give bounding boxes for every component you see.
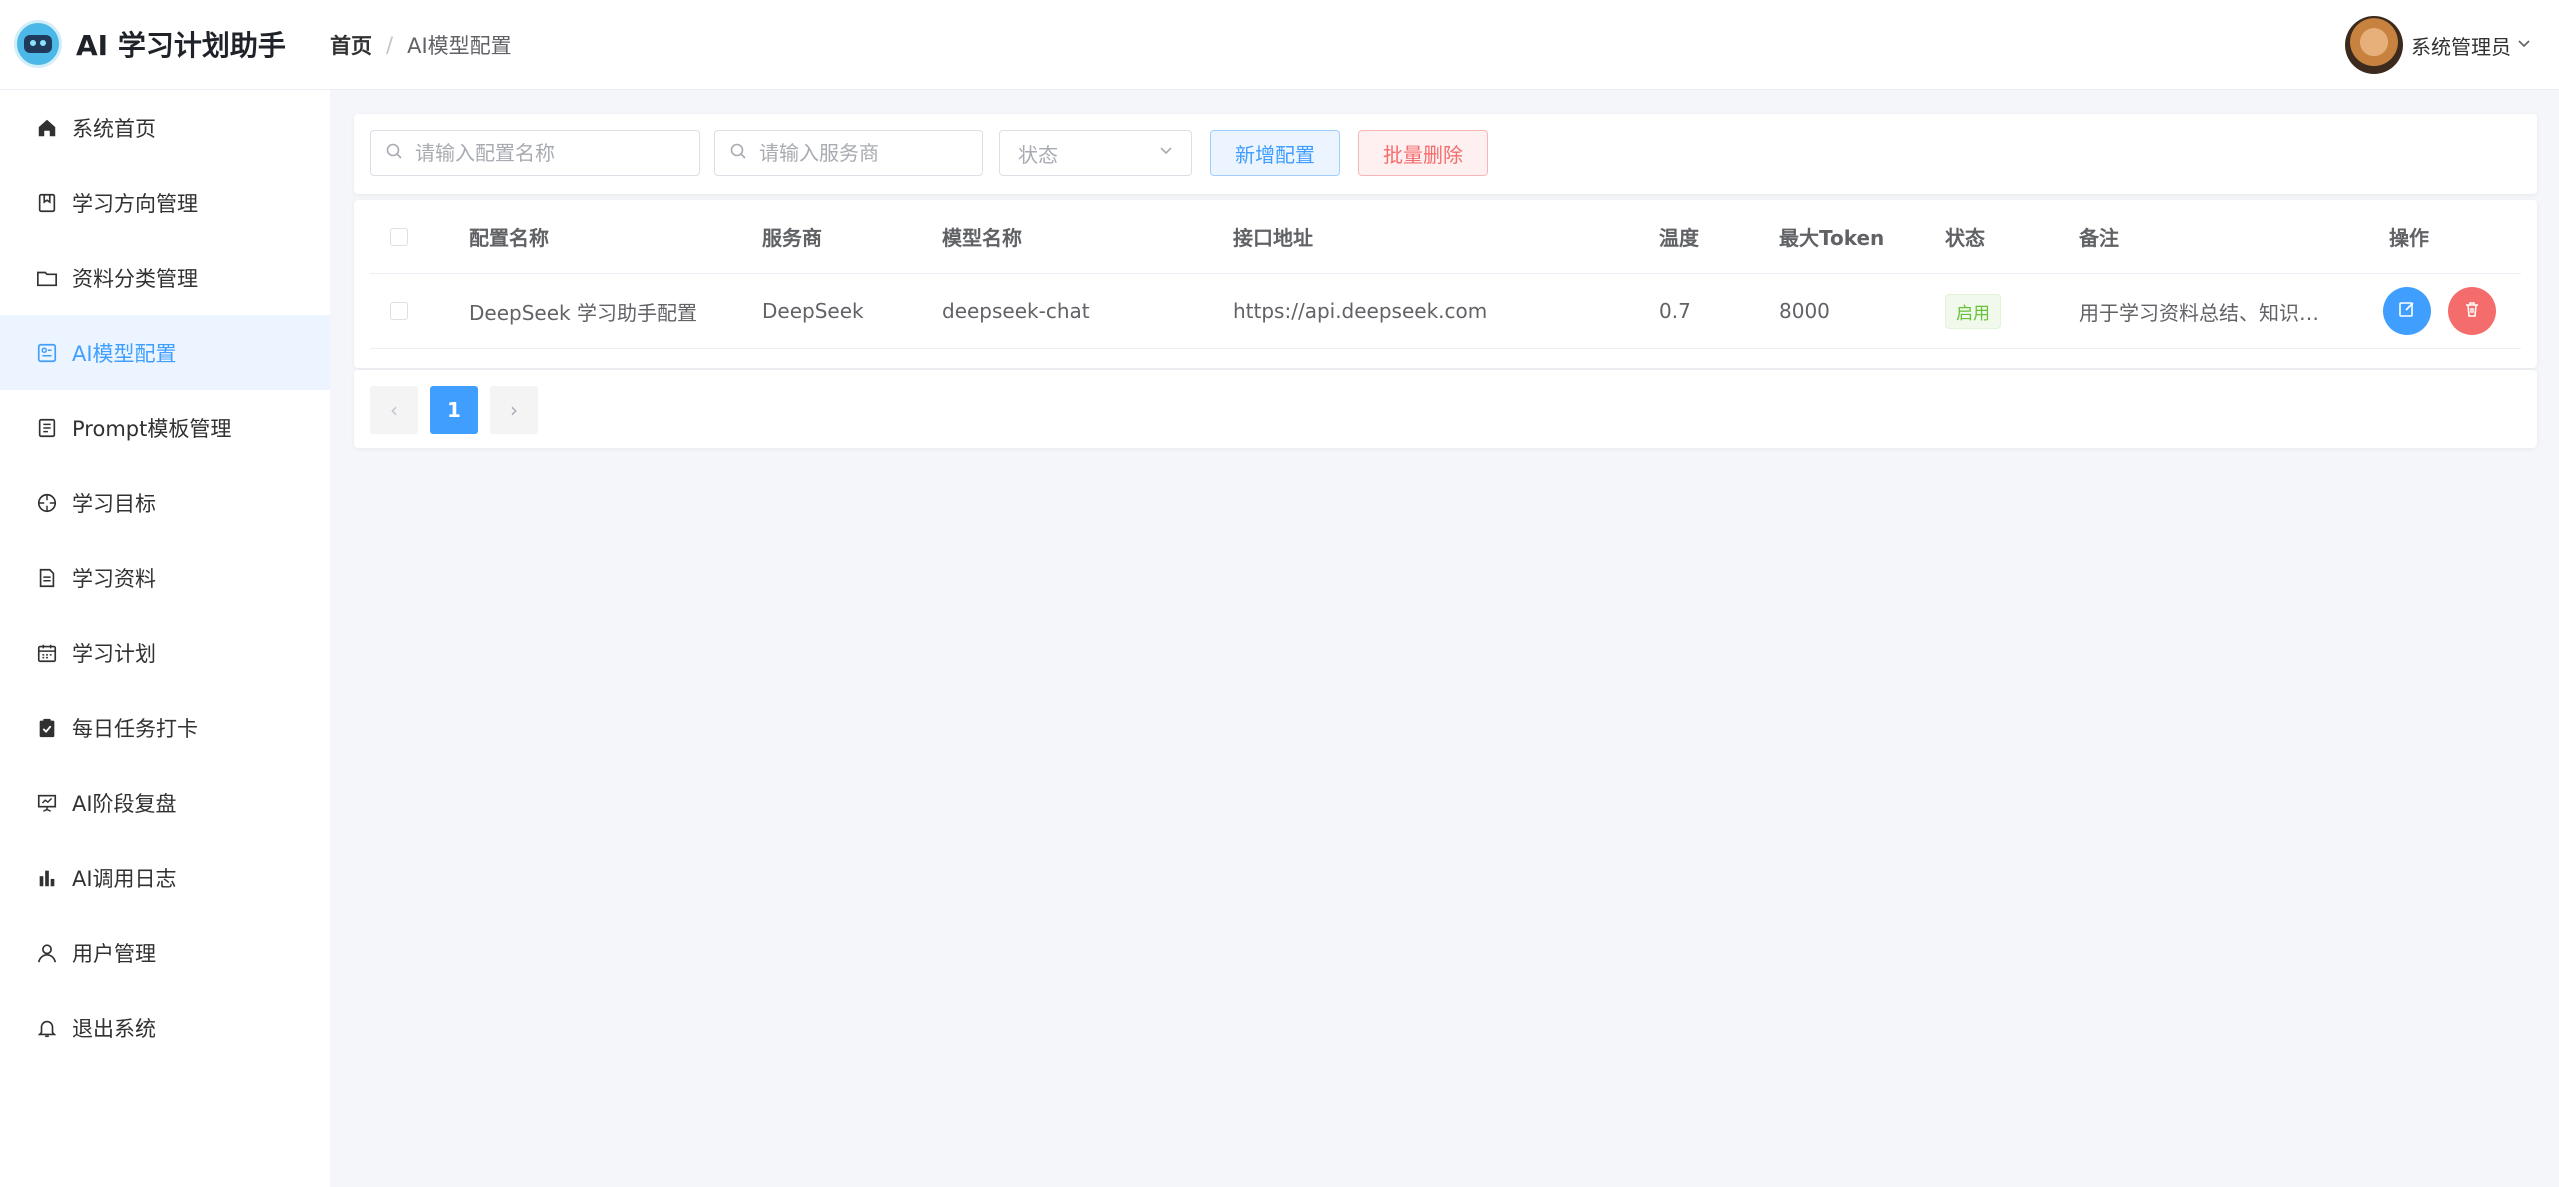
header-provider[interactable]: 服务商 xyxy=(762,200,822,273)
search-icon xyxy=(729,142,747,165)
user-menu[interactable]: 系统管理员 xyxy=(2345,16,2533,74)
provider-input[interactable] xyxy=(757,140,982,166)
cell-max-token: 8000 xyxy=(1779,299,1830,323)
cell-provider: DeepSeek xyxy=(762,299,864,323)
batch-delete-button[interactable]: 批量删除 xyxy=(1358,130,1488,176)
sidebar-item-label: 学习方向管理 xyxy=(72,191,198,216)
clipboard-check-icon xyxy=(36,717,58,739)
header-name[interactable]: 配置名称 xyxy=(469,200,549,273)
cell-endpoint: https://api.deepseek.com xyxy=(1233,299,1488,323)
cell-remark: 用于学习资料总结、知识… xyxy=(2079,300,2319,325)
sidebar-item-material[interactable]: 学习资料 xyxy=(0,540,330,615)
folder-icon xyxy=(36,267,58,289)
sidebar-item-users[interactable]: 用户管理 xyxy=(0,915,330,990)
cell-status: 启用 xyxy=(1945,274,2001,348)
header-endpoint[interactable]: 接口地址 xyxy=(1233,200,1313,273)
breadcrumb-current: AI模型配置 xyxy=(407,34,512,58)
sidebar-item-label: 学习资料 xyxy=(72,566,156,591)
sidebar-item-label: 学习计划 xyxy=(72,641,156,666)
provider-search[interactable] xyxy=(714,130,983,176)
home-icon xyxy=(36,117,58,139)
sidebar-item-plan[interactable]: 学习计划 xyxy=(0,615,330,690)
bookmark-icon xyxy=(36,192,58,214)
sidebar-item-direction[interactable]: 学习方向管理 xyxy=(0,165,330,240)
breadcrumb-home[interactable]: 首页 xyxy=(330,30,372,60)
sidebar-item-prompt[interactable]: Prompt模板管理 xyxy=(0,390,330,465)
pagination: ‹ 1 › xyxy=(354,370,2537,448)
sidebar-item-label: 系统首页 xyxy=(72,116,156,141)
sidebar-item-label: AI模型配置 xyxy=(72,341,177,366)
cell-actions xyxy=(2383,274,2496,348)
edit-icon xyxy=(2397,299,2417,324)
next-page-button[interactable]: › xyxy=(490,386,538,434)
status-badge: 启用 xyxy=(1945,293,2001,329)
select-all-checkbox-cell xyxy=(390,200,408,273)
document-icon xyxy=(36,417,58,439)
app-logo[interactable]: AI 学习计划助手 xyxy=(14,20,286,68)
cell-model: deepseek-chat xyxy=(942,299,1090,323)
header-max-token[interactable]: 最大Token xyxy=(1779,200,1884,273)
file-icon xyxy=(36,567,58,589)
calendar-icon xyxy=(36,642,58,664)
row-checkbox-cell xyxy=(390,274,408,348)
sidebar-item-log[interactable]: AI调用日志 xyxy=(0,840,330,915)
top-header: AI 学习计划助手 首页 / AI模型配置 系统管理员 xyxy=(0,0,2559,90)
table-row[interactable]: DeepSeek 学习助手配置 DeepSeek deepseek-chat h… xyxy=(370,274,2521,349)
config-name-input[interactable] xyxy=(413,140,699,166)
sidebar-item-label: 退出系统 xyxy=(72,1016,156,1041)
cell-temperature: 0.7 xyxy=(1659,299,1691,323)
table-header-row: 配置名称 服务商 模型名称 接口地址 温度 最大Token 状态 备注 操作 xyxy=(370,200,2521,274)
user-icon xyxy=(36,942,58,964)
sidebar-item-label: Prompt模板管理 xyxy=(72,416,232,441)
header-actions: 操作 xyxy=(2389,226,2429,250)
chevron-down-icon xyxy=(1157,141,1175,164)
header-remark[interactable]: 备注 xyxy=(2079,200,2119,273)
avatar[interactable] xyxy=(2345,16,2403,74)
config-name-search[interactable] xyxy=(370,130,700,176)
model-config-icon xyxy=(36,342,58,364)
breadcrumb: 首页 / AI模型配置 xyxy=(330,30,512,60)
sidebar-item-category[interactable]: 资料分类管理 xyxy=(0,240,330,315)
sidebar-item-goal[interactable]: 学习目标 xyxy=(0,465,330,540)
add-config-button[interactable]: 新增配置 xyxy=(1210,130,1340,176)
cell-name: DeepSeek 学习助手配置 xyxy=(469,300,697,325)
bell-icon xyxy=(36,1017,58,1039)
filter-toolbar: 状态 新增配置 批量删除 xyxy=(354,114,2537,194)
target-icon xyxy=(36,492,58,514)
config-table-card: 配置名称 服务商 模型名称 接口地址 温度 最大Token 状态 备注 操作 D… xyxy=(354,200,2537,368)
status-select-placeholder: 状态 xyxy=(1018,142,1058,167)
sidebar-item-label: AI阶段复盘 xyxy=(72,791,177,816)
sidebar-item-home[interactable]: 系统首页 xyxy=(0,90,330,165)
sidebar: 系统首页 学习方向管理 资料分类管理 AI模型配置 Prompt模板管理 学习目… xyxy=(0,90,330,1187)
breadcrumb-separator: / xyxy=(386,33,394,57)
sidebar-item-ai-model[interactable]: AI模型配置 xyxy=(0,315,330,390)
sidebar-item-checkin[interactable]: 每日任务打卡 xyxy=(0,690,330,765)
delete-button[interactable] xyxy=(2448,287,2496,335)
robot-logo-icon xyxy=(14,20,62,68)
bar-chart-icon xyxy=(36,867,58,889)
header-model[interactable]: 模型名称 xyxy=(942,200,1022,273)
config-table: 配置名称 服务商 模型名称 接口地址 温度 最大Token 状态 备注 操作 D… xyxy=(370,200,2521,349)
sidebar-item-logout[interactable]: 退出系统 xyxy=(0,990,330,1065)
presentation-icon xyxy=(36,792,58,814)
sidebar-item-label: 用户管理 xyxy=(72,941,156,966)
search-icon xyxy=(385,142,403,165)
status-select[interactable]: 状态 xyxy=(999,130,1192,176)
trash-icon xyxy=(2462,299,2482,324)
sidebar-item-review[interactable]: AI阶段复盘 xyxy=(0,765,330,840)
edit-button[interactable] xyxy=(2383,287,2431,335)
sidebar-item-label: 资料分类管理 xyxy=(72,266,198,291)
sidebar-item-label: 每日任务打卡 xyxy=(72,716,198,741)
header-temperature[interactable]: 温度 xyxy=(1659,200,1699,273)
row-checkbox[interactable] xyxy=(390,302,408,320)
sidebar-item-label: AI调用日志 xyxy=(72,866,177,891)
select-all-checkbox[interactable] xyxy=(390,227,408,246)
app-title: AI 学习计划助手 xyxy=(76,29,286,62)
chevron-down-icon[interactable] xyxy=(2515,34,2533,57)
page-number[interactable]: 1 xyxy=(430,386,478,434)
prev-page-button[interactable]: ‹ xyxy=(370,386,418,434)
user-name[interactable]: 系统管理员 xyxy=(2411,31,2511,60)
header-status[interactable]: 状态 xyxy=(1945,200,1985,273)
sidebar-item-label: 学习目标 xyxy=(72,491,156,516)
